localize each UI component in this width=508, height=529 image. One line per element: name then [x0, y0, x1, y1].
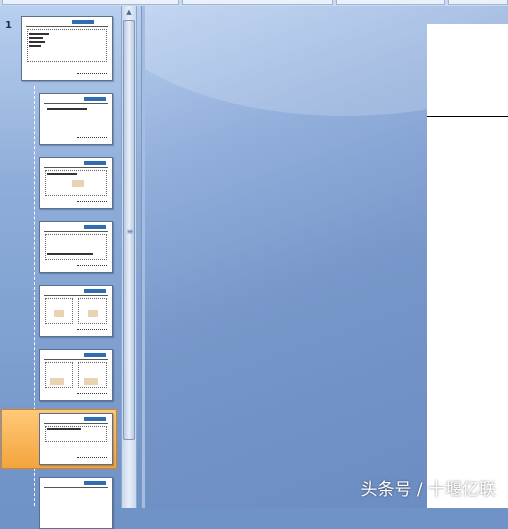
current-slide-canvas[interactable] [427, 24, 508, 508]
slide-thumbnail-8[interactable] [39, 477, 113, 529]
ribbon-tab-stub[interactable] [181, 0, 333, 5]
text-line [47, 253, 93, 255]
content-placeholder [45, 234, 107, 260]
text-line [29, 37, 43, 39]
ribbon-tab-stub[interactable] [336, 0, 446, 5]
text-line [47, 428, 81, 430]
slide-header-line [427, 116, 508, 117]
text-line [29, 33, 49, 35]
logo-icon [84, 161, 106, 165]
ribbon-tab-stub[interactable] [2, 0, 179, 5]
divider [44, 359, 108, 360]
thumbnail-scrollbar[interactable]: ▲ ≡ [121, 6, 137, 508]
slide-number: 1 [5, 20, 12, 31]
slide-thumbnail-2[interactable] [39, 93, 113, 145]
divider [44, 295, 108, 296]
scroll-thumb[interactable]: ≡ [123, 20, 135, 440]
logo-icon [84, 97, 106, 101]
divider [44, 423, 108, 424]
slide-thumbnail-5[interactable] [39, 285, 113, 337]
logo-icon [84, 353, 106, 357]
text-line [47, 173, 77, 175]
text-line [29, 41, 45, 43]
picture [84, 378, 98, 385]
slide-thumbnail-6[interactable] [39, 349, 113, 401]
footer [77, 329, 107, 332]
logo-icon [84, 417, 106, 421]
slide-thumbnail-3[interactable] [39, 157, 113, 209]
divider [44, 231, 108, 232]
divider [44, 487, 108, 488]
picture [54, 310, 64, 317]
divider [44, 103, 108, 104]
footer [77, 457, 107, 460]
footer [77, 393, 107, 396]
logo-icon [84, 225, 106, 229]
slide-thumbnail-1[interactable] [21, 16, 113, 81]
picture [88, 310, 98, 317]
logo-icon [84, 289, 106, 293]
logo-icon [84, 481, 106, 485]
picture [72, 180, 84, 187]
slide-thumbnail-7[interactable] [39, 413, 113, 465]
ribbon-tab-stub[interactable] [448, 0, 508, 5]
scroll-up-icon[interactable]: ▲ [123, 7, 135, 17]
divider [26, 26, 108, 27]
footer [77, 265, 107, 268]
slide-thumbnail-4[interactable] [39, 221, 113, 273]
divider [44, 167, 108, 168]
footer [77, 73, 107, 76]
footer [77, 201, 107, 204]
text-line [29, 45, 41, 47]
text-line [47, 108, 87, 110]
logo-icon [72, 20, 94, 24]
footer [77, 137, 107, 140]
picture [50, 378, 64, 385]
slide-editing-area [145, 6, 508, 508]
grip-icon: ≡ [126, 227, 134, 236]
watermark: 头条号 / 十堰亿联 [360, 480, 496, 500]
